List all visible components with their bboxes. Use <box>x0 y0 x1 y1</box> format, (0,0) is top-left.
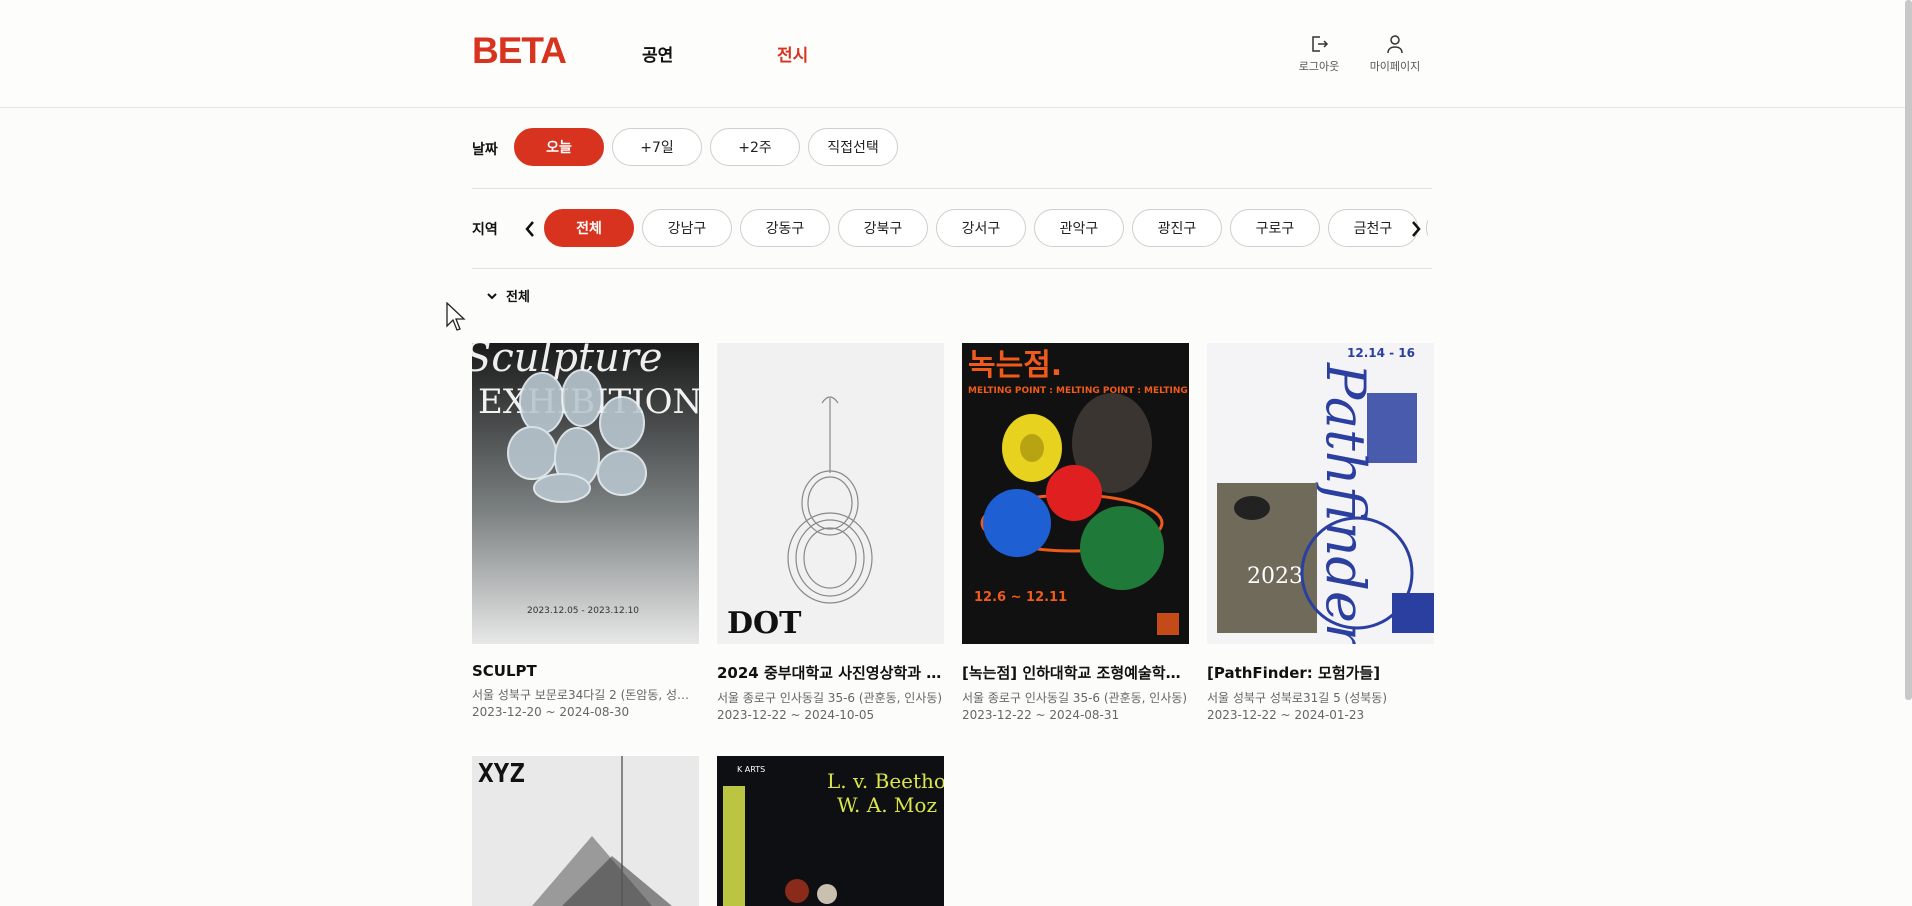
site-header: BETA 공연 전시 로그아웃 마이페이지 <box>0 0 1912 108</box>
mypage-label: 마이페이지 <box>1369 60 1421 73</box>
card-title: 2024 중부대학교 사진영상학과 졸업전시 <box>717 664 944 682</box>
exhibition-card[interactable]: DOT 2024 중부대학교 사진영상학과 졸업전시 서울 종로구 인사동길 3… <box>717 343 944 722</box>
card-title: [PathFinder: 모험가들] <box>1207 664 1381 682</box>
nav-exhibition[interactable]: 전시 <box>777 41 808 66</box>
card-date: 2023-12-22 ~ 2024-10-05 <box>717 708 875 722</box>
svg-text:2023.12.05 - 2023.12.10: 2023.12.05 - 2023.12.10 <box>527 606 639 616</box>
sort-label: 전체 <box>506 290 530 305</box>
card-date: 2023-12-22 ~ 2024-08-31 <box>962 708 1120 722</box>
region-chip-gwangjin[interactable]: 광진구 <box>1132 209 1222 247</box>
exhibition-card[interactable]: 12.14 - 16 Pathfinder 2023 [PathFinder: … <box>1207 343 1434 722</box>
melting-point-poster: 녹는점. MELTING POINT : MELTING POINT : MEL… <box>962 343 1189 644</box>
svg-text:XYZ: XYZ <box>478 759 525 789</box>
beethoven-poster: K ARTS L. v. Beethov W. A. Moz <box>717 756 944 906</box>
filter-divider <box>472 188 1432 189</box>
xyz-poster: XYZ <box>472 756 699 906</box>
date-chip-today[interactable]: 오늘 <box>514 128 604 166</box>
chevron-down-icon <box>487 292 497 299</box>
region-filter-label: 지역 <box>472 222 498 238</box>
card-address: 서울 종로구 인사동길 35-6 (관훈동, 인사동) <box>962 691 1188 705</box>
region-chip-gangnam[interactable]: 강남구 <box>642 209 732 247</box>
user-icon <box>1387 35 1403 54</box>
date-chip-7days[interactable]: +7일 <box>612 128 702 166</box>
svg-text:12.14 - 16: 12.14 - 16 <box>1347 346 1415 360</box>
sculpt-poster: Sculpture EXHIBITION 2023.12.05 - 2023.1… <box>472 343 699 644</box>
mouse-cursor-icon <box>446 302 466 331</box>
region-chip-gangdong[interactable]: 강동구 <box>740 209 830 247</box>
beta-logo[interactable]: BETA <box>472 31 567 71</box>
svg-text:W. A. Moz: W. A. Moz <box>837 793 937 817</box>
logout-label: 로그아웃 <box>1298 60 1340 73</box>
date-chip-custom[interactable]: 직접선택 <box>808 128 898 166</box>
svg-text:K ARTS: K ARTS <box>737 765 765 774</box>
svg-text:녹는점.: 녹는점. <box>968 348 1062 383</box>
sort-toggle[interactable]: 전체 <box>486 286 530 305</box>
card-address: 서울 성북구 성북로31길 5 (성북동) <box>1207 691 1388 705</box>
svg-text:L. v. Beethov: L. v. Beethov <box>827 769 944 793</box>
region-chip-list: 전체 강남구 강동구 강북구 강서구 관악구 광진구 구로구 금천구 <box>540 205 1428 255</box>
violin-poster: DOT <box>717 343 944 644</box>
page-scrollbar[interactable] <box>1905 0 1912 700</box>
exhibition-card[interactable]: 녹는점. MELTING POINT : MELTING POINT : MEL… <box>962 343 1189 722</box>
card-date: 2023-12-20 ~ 2024-08-30 <box>472 705 630 719</box>
chevron-right-icon[interactable] <box>1408 218 1424 240</box>
region-divider <box>472 268 1432 269</box>
region-chip-all[interactable]: 전체 <box>544 209 634 247</box>
nav-performance[interactable]: 공연 <box>642 41 673 66</box>
logout-icon <box>1312 36 1329 52</box>
date-chip-2weeks[interactable]: +2주 <box>710 128 800 166</box>
region-chip-guro[interactable]: 구로구 <box>1230 209 1320 247</box>
region-chip-gwanak[interactable]: 관악구 <box>1034 209 1124 247</box>
region-chip-geumcheon[interactable]: 금천구 <box>1328 209 1418 247</box>
exhibition-card[interactable]: K ARTS L. v. Beethov W. A. Moz <box>717 756 944 906</box>
svg-text:Sculpture: Sculpture <box>472 343 663 381</box>
card-address: 서울 종로구 인사동길 35-6 (관훈동, 인사동) <box>717 691 943 705</box>
chevron-left-icon[interactable] <box>522 218 538 240</box>
svg-text:MELTING POINT : MELTING POINT: MELTING POINT : MELTING POINT : MELTING … <box>968 386 1189 396</box>
logout-button[interactable]: 로그아웃 <box>1289 34 1349 74</box>
svg-text:2023: 2023 <box>1247 564 1303 589</box>
pathfinder-poster: 12.14 - 16 Pathfinder 2023 <box>1207 343 1434 644</box>
card-date: 2023-12-22 ~ 2024-01-23 <box>1207 708 1365 722</box>
card-address: 서울 성북구 보문로34다길 2 (돈암동, 성신여자대학교) <box>472 688 699 702</box>
card-title: SCULPT <box>472 662 537 680</box>
region-chip-gangbuk[interactable]: 강북구 <box>838 209 928 247</box>
region-chip-gangseo[interactable]: 강서구 <box>936 209 1026 247</box>
exhibition-card[interactable]: XYZ <box>472 756 699 906</box>
svg-text:DOT: DOT <box>727 606 802 641</box>
region-chip-next-partial[interactable] <box>1426 209 1428 247</box>
date-filter-label: 날짜 <box>472 142 498 158</box>
exhibition-card[interactable]: Sculpture EXHIBITION 2023.12.05 - 2023.1… <box>472 343 699 719</box>
card-title: [녹는점] 인하대학교 조형예술학과 졸업전시 <box>962 664 1189 682</box>
mypage-button[interactable]: 마이페이지 <box>1365 34 1425 74</box>
svg-text:12.6 ~ 12.11: 12.6 ~ 12.11 <box>974 590 1067 605</box>
